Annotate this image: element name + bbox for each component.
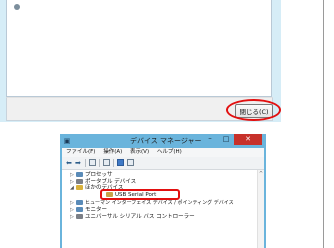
- minimize-button[interactable]: –: [202, 134, 218, 145]
- scroll-up-icon[interactable]: ^: [259, 171, 263, 177]
- menu-action[interactable]: 操作(A): [103, 149, 122, 155]
- other-devices-icon: [76, 185, 83, 190]
- hid-icon: [76, 200, 83, 205]
- device-tree: ▷ プロセッサ ▷ ポータブル デバイス ◢ ほかのデバイス USB Serial P…: [62, 170, 264, 248]
- dialog-bullet-icon: [14, 4, 20, 10]
- menu-file[interactable]: ファイル(F): [66, 149, 95, 155]
- maximize-button[interactable]: □: [218, 134, 234, 145]
- close-button-highlight: [226, 99, 281, 121]
- tree-item-label: ヒューマン インターフェイス デバイス / ポインティング デバイス: [85, 200, 234, 206]
- device-manager-window: ▣ デバイス マネージャー – □ ✕ ファイル(F) 操作(A) 表示(V) …: [60, 134, 266, 248]
- device-manager-app-icon: ▣: [63, 137, 71, 145]
- close-window-button[interactable]: ✕: [234, 134, 262, 145]
- properties-icon[interactable]: [89, 159, 96, 166]
- toolbar-separator: [113, 159, 114, 167]
- toolbar-separator: [99, 159, 100, 167]
- title-bar[interactable]: ▣ デバイス マネージャー – □ ✕: [60, 134, 266, 148]
- cpu-icon: [76, 172, 83, 177]
- window-title: デバイス マネージャー: [130, 137, 202, 145]
- details-icon[interactable]: [103, 159, 110, 166]
- usb-controller-icon: [76, 214, 83, 219]
- properties-dialog: 閉じる(C): [0, 0, 281, 122]
- page-scrollbar[interactable]: [323, 0, 334, 248]
- dialog-content-area: [6, 0, 272, 97]
- menu-help[interactable]: ヘルプ(H): [157, 149, 182, 155]
- tree-item-usb-controllers[interactable]: ▷ ユニバーサル シリアル バス コントローラー: [70, 213, 195, 221]
- view-icon[interactable]: [127, 159, 134, 166]
- tree-scrollbar[interactable]: ^: [257, 170, 264, 248]
- forward-arrow-icon[interactable]: ➡: [75, 159, 81, 167]
- toolbar-separator: [85, 159, 86, 167]
- help-icon[interactable]: [117, 159, 124, 166]
- menu-view[interactable]: 表示(V): [130, 149, 149, 155]
- monitor-icon: [76, 207, 83, 212]
- toolbar: ⬅ ➡: [62, 157, 264, 170]
- tree-item-label: ユニバーサル シリアル バス コントローラー: [85, 214, 195, 220]
- menu-bar: ファイル(F) 操作(A) 表示(V) ヘルプ(H): [62, 148, 264, 157]
- back-arrow-icon[interactable]: ⬅: [66, 159, 72, 167]
